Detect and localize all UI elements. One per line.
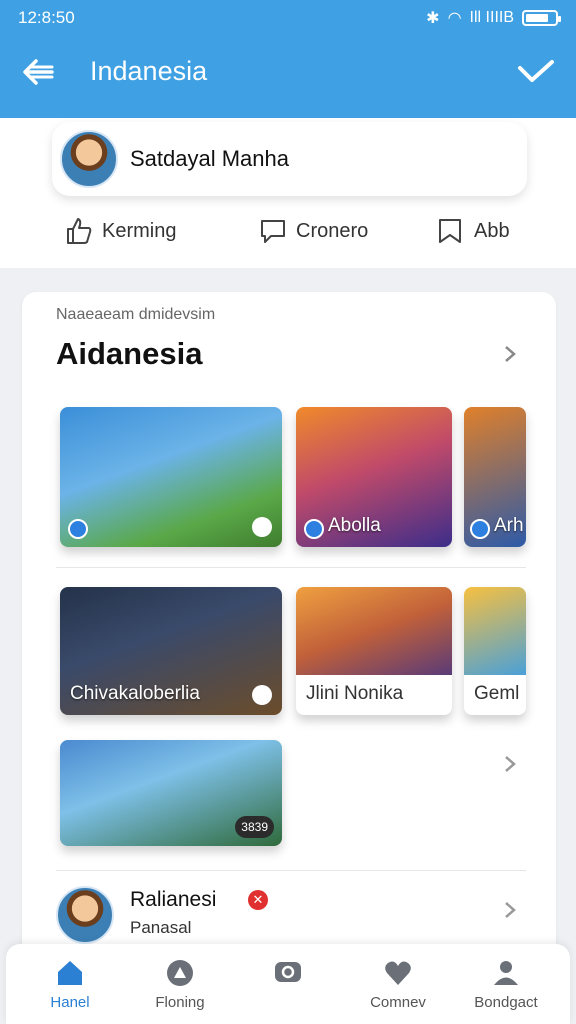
nav-home[interactable]: Hanel — [20, 954, 120, 1011]
bottom-navigation: Hanel Floning Comnev Bondgact — [6, 944, 570, 1024]
list-item-subtitle: Panasal — [130, 918, 192, 937]
game-tile[interactable]: Abolla — [296, 407, 452, 547]
nav-label: Comnev — [370, 994, 426, 1011]
heart-icon — [385, 961, 411, 985]
game-title: Abolla — [328, 515, 381, 536]
game-tile[interactable]: 3839 — [60, 740, 282, 846]
divider — [56, 567, 526, 568]
status-bar: 12:8:50 ✱ ◠ Ill IIIIB — [0, 0, 576, 36]
nav-comnev[interactable]: Comnev — [348, 954, 448, 1011]
nav-label: Hanel — [50, 994, 90, 1011]
action-label: Cronero — [296, 219, 369, 242]
game-tile[interactable] — [60, 407, 282, 547]
action-kerming[interactable]: Kerming — [64, 216, 176, 246]
game-tile[interactable]: Chivakaloberlia — [60, 587, 282, 715]
game-thumbnail — [296, 587, 452, 675]
nav-label: Floning — [155, 994, 205, 1011]
action-abb[interactable]: Abb — [436, 216, 510, 246]
comment-icon — [261, 220, 285, 243]
game-title: Jlini Nonika — [306, 683, 404, 704]
action-label: Abb — [474, 219, 510, 242]
back-arrow-icon[interactable] — [18, 54, 58, 90]
profile-name: Satdayal Manha — [130, 146, 289, 171]
divider — [56, 870, 526, 871]
list-item[interactable]: Ralianesi ✕ Panasal — [56, 882, 536, 952]
nav-bondgact[interactable]: Bondgact — [456, 954, 556, 1011]
game-tile[interactable]: Jlini Nonika — [296, 587, 452, 715]
wifi-icon: ◠ — [447, 10, 462, 27]
game-title: Arh — [494, 515, 524, 536]
action-label: Kerming — [102, 219, 177, 242]
app-title: Indanesia — [90, 56, 208, 86]
game-score-badge: 3839 — [235, 816, 274, 838]
game-tile[interactable]: Geml — [464, 587, 526, 715]
game-mini-icon — [252, 685, 272, 705]
list-item-title: Ralianesi — [130, 888, 217, 911]
signal-text: Ill IIIIB — [469, 9, 514, 26]
avatar — [56, 886, 114, 944]
nav-label: Bondgact — [474, 994, 538, 1011]
nav-chat[interactable] — [238, 954, 338, 994]
content-card: Naaeaeam dmidevsim Aidanesia Abolla Arh … — [22, 292, 556, 972]
battery-icon — [522, 10, 561, 26]
game-title: Geml — [474, 683, 520, 704]
chevron-right-icon[interactable] — [500, 344, 520, 364]
chevron-right-icon[interactable] — [500, 900, 520, 920]
verified-badge-icon: ✕ — [248, 890, 268, 910]
check-icon[interactable] — [516, 56, 556, 88]
nav-floning[interactable]: Floning — [130, 954, 230, 1011]
section-subtitle: Naaeaeam dmidevsim — [56, 306, 216, 323]
profile-section: Satdayal Manha Kerming Cronero Abb — [0, 118, 576, 268]
game-title: Chivakaloberlia — [70, 683, 200, 704]
home-icon — [58, 961, 82, 985]
action-cronero[interactable]: Cronero — [258, 216, 368, 246]
game-mini-icon — [252, 517, 272, 537]
section-title: Aidanesia — [56, 336, 203, 371]
bluetooth-icon: ✱ — [426, 10, 440, 27]
chevron-right-icon[interactable] — [500, 754, 520, 774]
game-badge-icon — [304, 519, 324, 539]
status-time: 12:8:50 — [18, 8, 75, 27]
chat-icon — [275, 962, 301, 982]
person-icon — [494, 961, 518, 985]
game-tile[interactable]: Arh — [464, 407, 526, 547]
top-bar: 12:8:50 ✱ ◠ Ill IIIIB Indanesia — [0, 0, 576, 118]
avatar — [60, 130, 118, 188]
game-badge-icon — [68, 519, 88, 539]
game-badge-icon — [470, 519, 490, 539]
thumbs-up-icon — [67, 218, 92, 244]
game-thumbnail — [464, 587, 526, 675]
profile-card[interactable]: Satdayal Manha — [52, 122, 527, 196]
bookmark-icon — [439, 219, 461, 243]
app-bar: Indanesia — [0, 40, 576, 104]
flag-icon — [167, 960, 193, 986]
